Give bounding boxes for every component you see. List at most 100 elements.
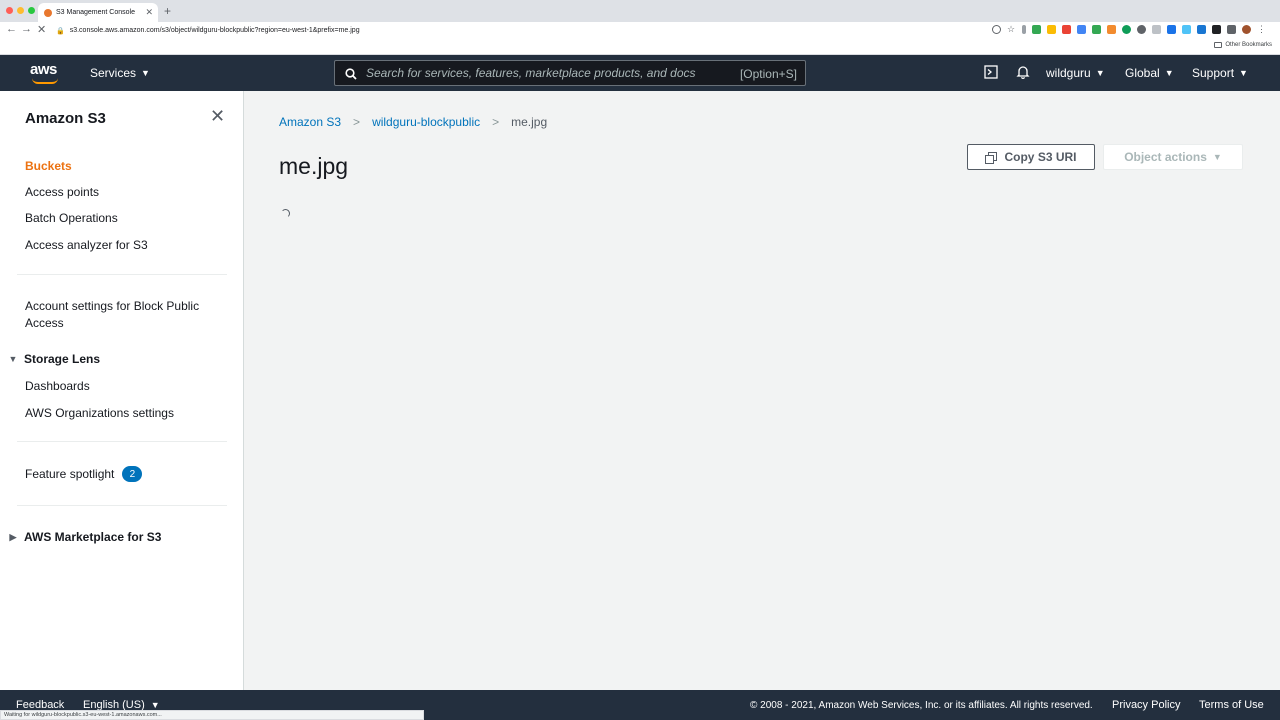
extension-icon[interactable] [1047, 25, 1056, 34]
sidebar-section-label: Storage Lens [24, 352, 101, 366]
close-icon[interactable]: ✕ [210, 107, 225, 125]
caret-down-icon: ▼ [1239, 68, 1248, 78]
extension-icon[interactable] [1137, 25, 1146, 34]
aws-logo[interactable]: aws [30, 61, 62, 85]
extension-icon[interactable] [1182, 25, 1191, 34]
extension-icon[interactable] [1197, 25, 1206, 34]
loading-spinner-icon [281, 209, 290, 218]
folder-icon [1214, 42, 1223, 48]
sidebar-item-label: Access [25, 316, 64, 330]
aws-logo-text: aws [30, 61, 57, 78]
terms-of-use-link[interactable]: Terms of Use [1199, 699, 1264, 711]
aws-smile-icon [32, 78, 58, 84]
cloudshell-icon[interactable] [984, 65, 998, 84]
sidebar-divider [17, 505, 227, 506]
browser-tab-bar: S3 Management Console ✕ + [0, 0, 1280, 22]
copy-s3-uri-label: Copy S3 URI [1004, 150, 1077, 164]
copy-icon [985, 151, 998, 164]
region-name: Global [1125, 66, 1160, 80]
caret-down-icon: ▼ [1095, 68, 1105, 78]
sidebar-title: Amazon S3 [25, 110, 106, 127]
support-menu[interactable]: Support ▼ [1192, 66, 1248, 80]
zoom-icon[interactable] [992, 25, 1001, 34]
account-name: wildguru [1046, 66, 1091, 80]
extension-icons: ☆ ⋮ [992, 25, 1266, 34]
search-icon [345, 67, 357, 80]
search-input[interactable] [366, 66, 716, 80]
extension-icon[interactable] [1122, 25, 1131, 34]
sidebar-item-block-public-access[interactable]: Account settings for Block Public Access [25, 298, 199, 332]
triangle-down-icon: ▼ [8, 354, 18, 364]
account-menu[interactable]: wildguru ▼ [1046, 66, 1105, 80]
lock-icon: 🔒 [56, 27, 65, 35]
back-icon[interactable]: ← [6, 23, 17, 35]
extension-icon[interactable] [1032, 25, 1041, 34]
s3-sidebar: Amazon S3 ✕ Buckets Access points Batch … [0, 91, 244, 690]
sidebar-section-storage-lens[interactable]: ▼ Storage Lens [8, 352, 101, 366]
copyright-text: © 2008 - 2021, Amazon Web Services, Inc.… [750, 700, 1093, 711]
search-bar[interactable]: [Option+S] [334, 60, 806, 86]
puzzle-icon[interactable] [1227, 25, 1236, 34]
browser-toolbar: ← → ✕ 🔒 s3.console.aws.amazon.com/s3/obj… [0, 22, 1280, 39]
breadcrumb-bucket[interactable]: wildguru-blockpublic [372, 115, 480, 129]
sidebar-item-label: Account settings for Block Public [25, 299, 200, 313]
sidebar-item-access-analyzer[interactable]: Access analyzer for S3 [25, 238, 148, 252]
caret-down-icon: ▼ [141, 68, 150, 78]
object-actions-label: Object actions [1124, 150, 1207, 164]
profile-avatar[interactable] [1242, 25, 1251, 34]
sidebar-section-label: AWS Marketplace for S3 [24, 530, 162, 544]
sidebar-section-marketplace[interactable]: ▶ AWS Marketplace for S3 [8, 530, 162, 544]
sidebar-item-access-points[interactable]: Access points [25, 185, 99, 199]
triangle-right-icon: ▶ [9, 531, 17, 542]
stop-loading-icon[interactable]: ✕ [37, 23, 46, 36]
window-close-dot[interactable] [6, 7, 13, 14]
tab-favicon-icon [44, 8, 52, 17]
extension-icon[interactable] [1022, 25, 1026, 34]
browser-status-bar: Waiting for wildguru-blockpublic.s3-eu-w… [0, 710, 424, 720]
sidebar-divider [17, 441, 227, 442]
notification-badge: 2 [122, 466, 143, 482]
forward-icon[interactable]: → [21, 23, 32, 35]
breadcrumb-amazon-s3[interactable]: Amazon S3 [279, 115, 341, 129]
extension-icon[interactable] [1077, 25, 1086, 34]
sidebar-item-dashboards[interactable]: Dashboards [25, 379, 90, 393]
region-menu[interactable]: Global ▼ [1125, 66, 1174, 80]
sidebar-item-label: Feature spotlight [25, 467, 115, 481]
extension-icon[interactable] [1152, 25, 1161, 34]
bookmarks-bar: Other Bookmarks [0, 39, 1280, 55]
tab-close-icon[interactable]: ✕ [145, 7, 153, 18]
caret-down-icon: ▼ [1164, 68, 1174, 78]
aws-top-nav: aws Services ▼ [Option+S] wildguru ▼ Glo… [0, 55, 1280, 91]
other-bookmarks[interactable]: Other Bookmarks [1214, 42, 1272, 48]
new-tab-icon[interactable]: + [164, 4, 171, 18]
support-label: Support [1192, 66, 1235, 80]
breadcrumb-current: me.jpg [511, 115, 548, 129]
copy-s3-uri-button[interactable]: Copy S3 URI [967, 144, 1095, 170]
browser-tab[interactable]: S3 Management Console ✕ [38, 3, 158, 22]
sidebar-item-batch-operations[interactable]: Batch Operations [25, 211, 118, 225]
privacy-policy-link[interactable]: Privacy Policy [1112, 699, 1180, 711]
tab-title: S3 Management Console [56, 9, 135, 16]
sidebar-item-feature-spotlight[interactable]: Feature spotlight 2 [25, 466, 143, 482]
breadcrumb: Amazon S3 > wildguru-blockpublic > me.jp… [279, 115, 547, 129]
star-icon[interactable]: ☆ [1007, 25, 1016, 34]
extension-icon[interactable] [1107, 25, 1116, 34]
window-zoom-dot[interactable] [28, 7, 35, 14]
extension-icon[interactable] [1212, 25, 1221, 34]
address-bar[interactable]: 🔒 s3.console.aws.amazon.com/s3/object/wi… [56, 24, 991, 37]
services-menu[interactable]: Services ▼ [90, 66, 150, 80]
sidebar-item-organizations-settings[interactable]: AWS Organizations settings [25, 406, 174, 420]
extension-icon[interactable] [1167, 25, 1176, 34]
object-actions-button[interactable]: Object actions ▼ [1103, 144, 1243, 170]
bell-icon[interactable] [1016, 65, 1030, 84]
extension-icon[interactable] [1062, 25, 1071, 34]
caret-down-icon: ▼ [1212, 152, 1222, 162]
chevron-right-icon: > [492, 115, 500, 129]
services-label: Services [90, 66, 137, 80]
extension-icon[interactable] [1092, 25, 1101, 34]
window-minimize-dot[interactable] [17, 7, 24, 14]
sidebar-item-buckets[interactable]: Buckets [25, 159, 72, 173]
address-url: s3.console.aws.amazon.com/s3/object/wild… [69, 27, 360, 34]
browser-menu-icon[interactable]: ⋮ [1257, 25, 1266, 34]
sidebar-divider [17, 274, 227, 275]
